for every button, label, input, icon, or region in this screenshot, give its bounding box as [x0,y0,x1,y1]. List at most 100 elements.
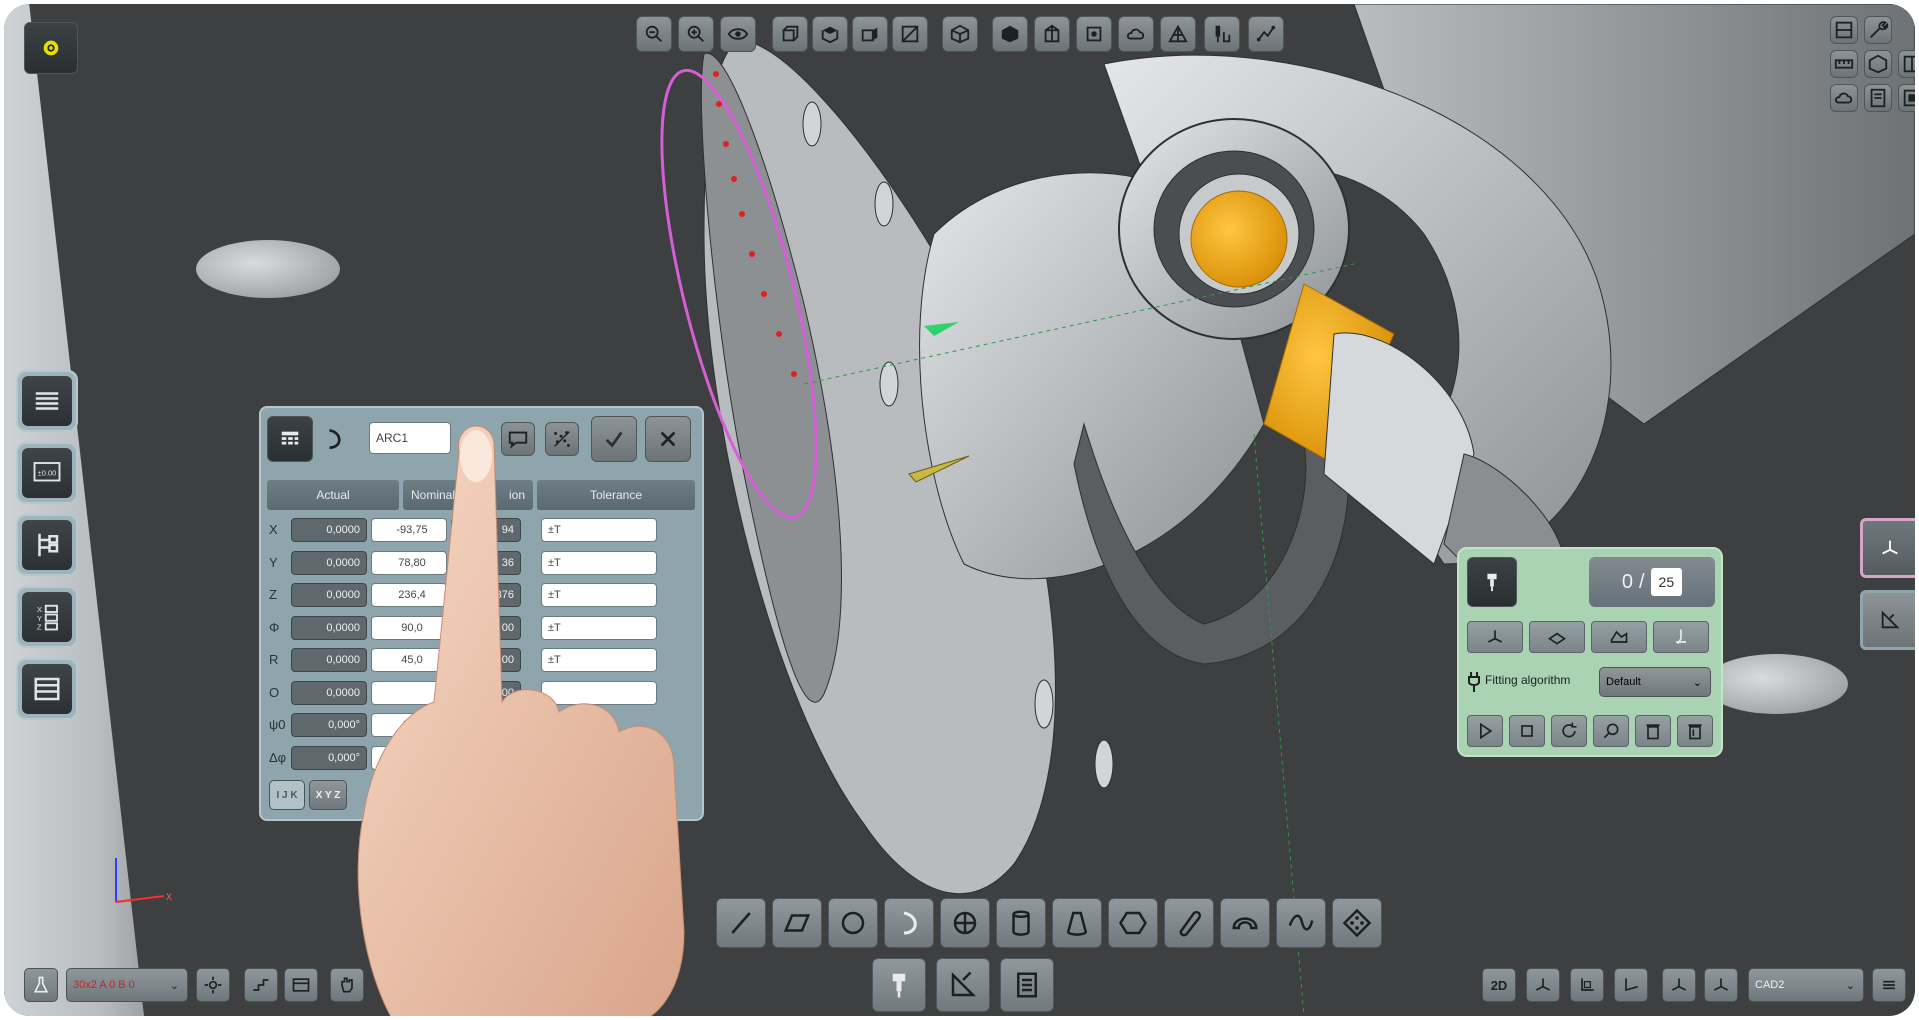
alignment-select[interactable]: CAD2 ⌄ [1748,968,1864,1002]
chevron-down-icon: ⌄ [169,979,179,992]
wire-view-button[interactable] [1034,16,1070,52]
status-indicator-button[interactable] [24,22,78,74]
cloud-points-button[interactable] [1118,16,1154,52]
more-menu-button[interactable] [1872,968,1906,1002]
delete-all-icon [1688,724,1702,740]
delete-point-button[interactable] [1635,715,1671,747]
row-label: O [269,684,280,700]
measure-cube-icon [1086,26,1102,42]
reset-button[interactable] [1551,715,1587,747]
fit-axis-button[interactable] [1467,621,1523,653]
point-count-separator: / [1638,570,1645,593]
zoom-in-button[interactable] [678,16,714,52]
delete-all-button[interactable] [1677,715,1713,747]
xyz-mode-button[interactable]: X Y Z [309,780,347,810]
mode-2d-button[interactable]: 2D [1482,968,1516,1002]
view-iso-button[interactable] [942,16,978,52]
cad-viewport[interactable]: X ±0.00 XYZ ARC1 Actual Nominal ion Tole… [4,4,1915,1016]
probe-button[interactable] [1467,557,1517,607]
view-top-button[interactable] [812,16,848,52]
view-section-button[interactable] [892,16,928,52]
axis-yz-button[interactable] [1614,968,1648,1002]
row-label: Z [269,587,277,602]
point-counter: 0 / 25 [1589,557,1715,607]
grid-icon [1903,55,1915,73]
probe-tool-button[interactable] [1204,16,1240,52]
report-toggle-button[interactable] [1864,84,1892,112]
curve-feature-button[interactable] [1276,898,1326,948]
menu-list-button[interactable] [16,370,78,432]
cloud-toggle-button[interactable] [1830,84,1858,112]
machine-status-button[interactable] [24,968,58,1002]
arc-feature-button[interactable] [884,898,934,948]
stop-button[interactable] [1509,715,1545,747]
geometry-tools-button[interactable] [1860,590,1915,650]
torus-icon [1232,917,1258,930]
cone-feature-button[interactable] [1052,898,1102,948]
layers-icon [1835,21,1853,39]
axis-alt-button[interactable] [1662,968,1696,1002]
fitting-algorithm-select[interactable]: Default ⌄ [1599,667,1711,697]
polygon-feature-button[interactable] [1108,898,1158,948]
tree-view-button[interactable] [16,514,78,576]
report-page-icon [1017,972,1037,998]
line-feature-button[interactable] [716,898,766,948]
section-icon [901,25,919,43]
report-mode-button[interactable] [1000,958,1054,1012]
alignment-value: CAD2 [1755,979,1785,991]
slot-feature-button[interactable] [1164,898,1214,948]
settings-wrench-button[interactable] [1864,16,1892,44]
cube-toggle-button[interactable] [1864,50,1892,78]
grid-toggle-button[interactable] [1898,50,1915,78]
layers-button[interactable] [1830,16,1858,44]
fit-surface-button[interactable] [1591,621,1647,653]
ruler-button[interactable] [1830,50,1858,78]
measure-view-button[interactable] [1076,16,1112,52]
axis-rotate-button[interactable] [1704,968,1738,1002]
report-button[interactable] [16,658,78,720]
tolerance-button[interactable]: ±0.00 [16,442,78,504]
play-button[interactable] [1467,715,1503,747]
step-table-button[interactable] [284,968,318,1002]
plane-fit-icon [1547,632,1567,645]
plane-feature-button[interactable] [772,898,822,948]
cylinder-feature-button[interactable] [996,898,1046,948]
solid-view-button[interactable] [992,16,1028,52]
cube-side-icon [861,27,878,42]
line-icon [731,912,751,934]
point-count-total[interactable]: 25 [1650,568,1683,596]
torus-feature-button[interactable] [1220,898,1270,948]
frame-toggle-button[interactable] [1898,84,1915,112]
axis-xy-button[interactable] [1570,968,1604,1002]
hand-mode-button[interactable] [330,968,364,1002]
probe-panel: 0 / 25 Fitting algorithm Default ⌄ [1457,547,1723,757]
fit-plane-button[interactable] [1529,621,1585,653]
scan-button[interactable] [1593,715,1629,747]
axis-xyz-icon [1535,978,1551,991]
probe-tip-select[interactable]: 30x2 A 0 B 0 ⌄ [66,968,188,1002]
path-tool-button[interactable] [1248,16,1284,52]
zoom-out-button[interactable] [636,16,672,52]
circle-feature-button[interactable] [828,898,878,948]
coordinates-button[interactable]: XYZ [16,586,78,648]
status-light-icon [43,40,59,56]
probe-settings-button[interactable] [196,968,230,1002]
ijk-mode-button[interactable]: I J K [269,780,305,810]
axis-rotate-icon [1713,978,1729,991]
arc-icon [329,428,341,450]
keypad-button[interactable] [267,416,313,462]
point-cloud-feature-button[interactable] [1332,898,1382,948]
fit-probe-button[interactable] [1653,621,1709,653]
construct-mode-button[interactable] [936,958,990,1012]
probe-mode-button[interactable] [872,958,926,1012]
view-front-button[interactable] [772,16,808,52]
axis-system-button[interactable] [1860,518,1915,578]
axis-xyz-button[interactable] [1526,968,1560,1002]
table-icon [292,978,310,992]
sphere-feature-button[interactable] [940,898,990,948]
view-side-button[interactable] [852,16,888,52]
mesh-button[interactable] [1160,16,1196,52]
probe-settings-icon [204,976,222,994]
step-button[interactable] [244,968,278,1002]
view-eye-button[interactable] [720,16,756,52]
